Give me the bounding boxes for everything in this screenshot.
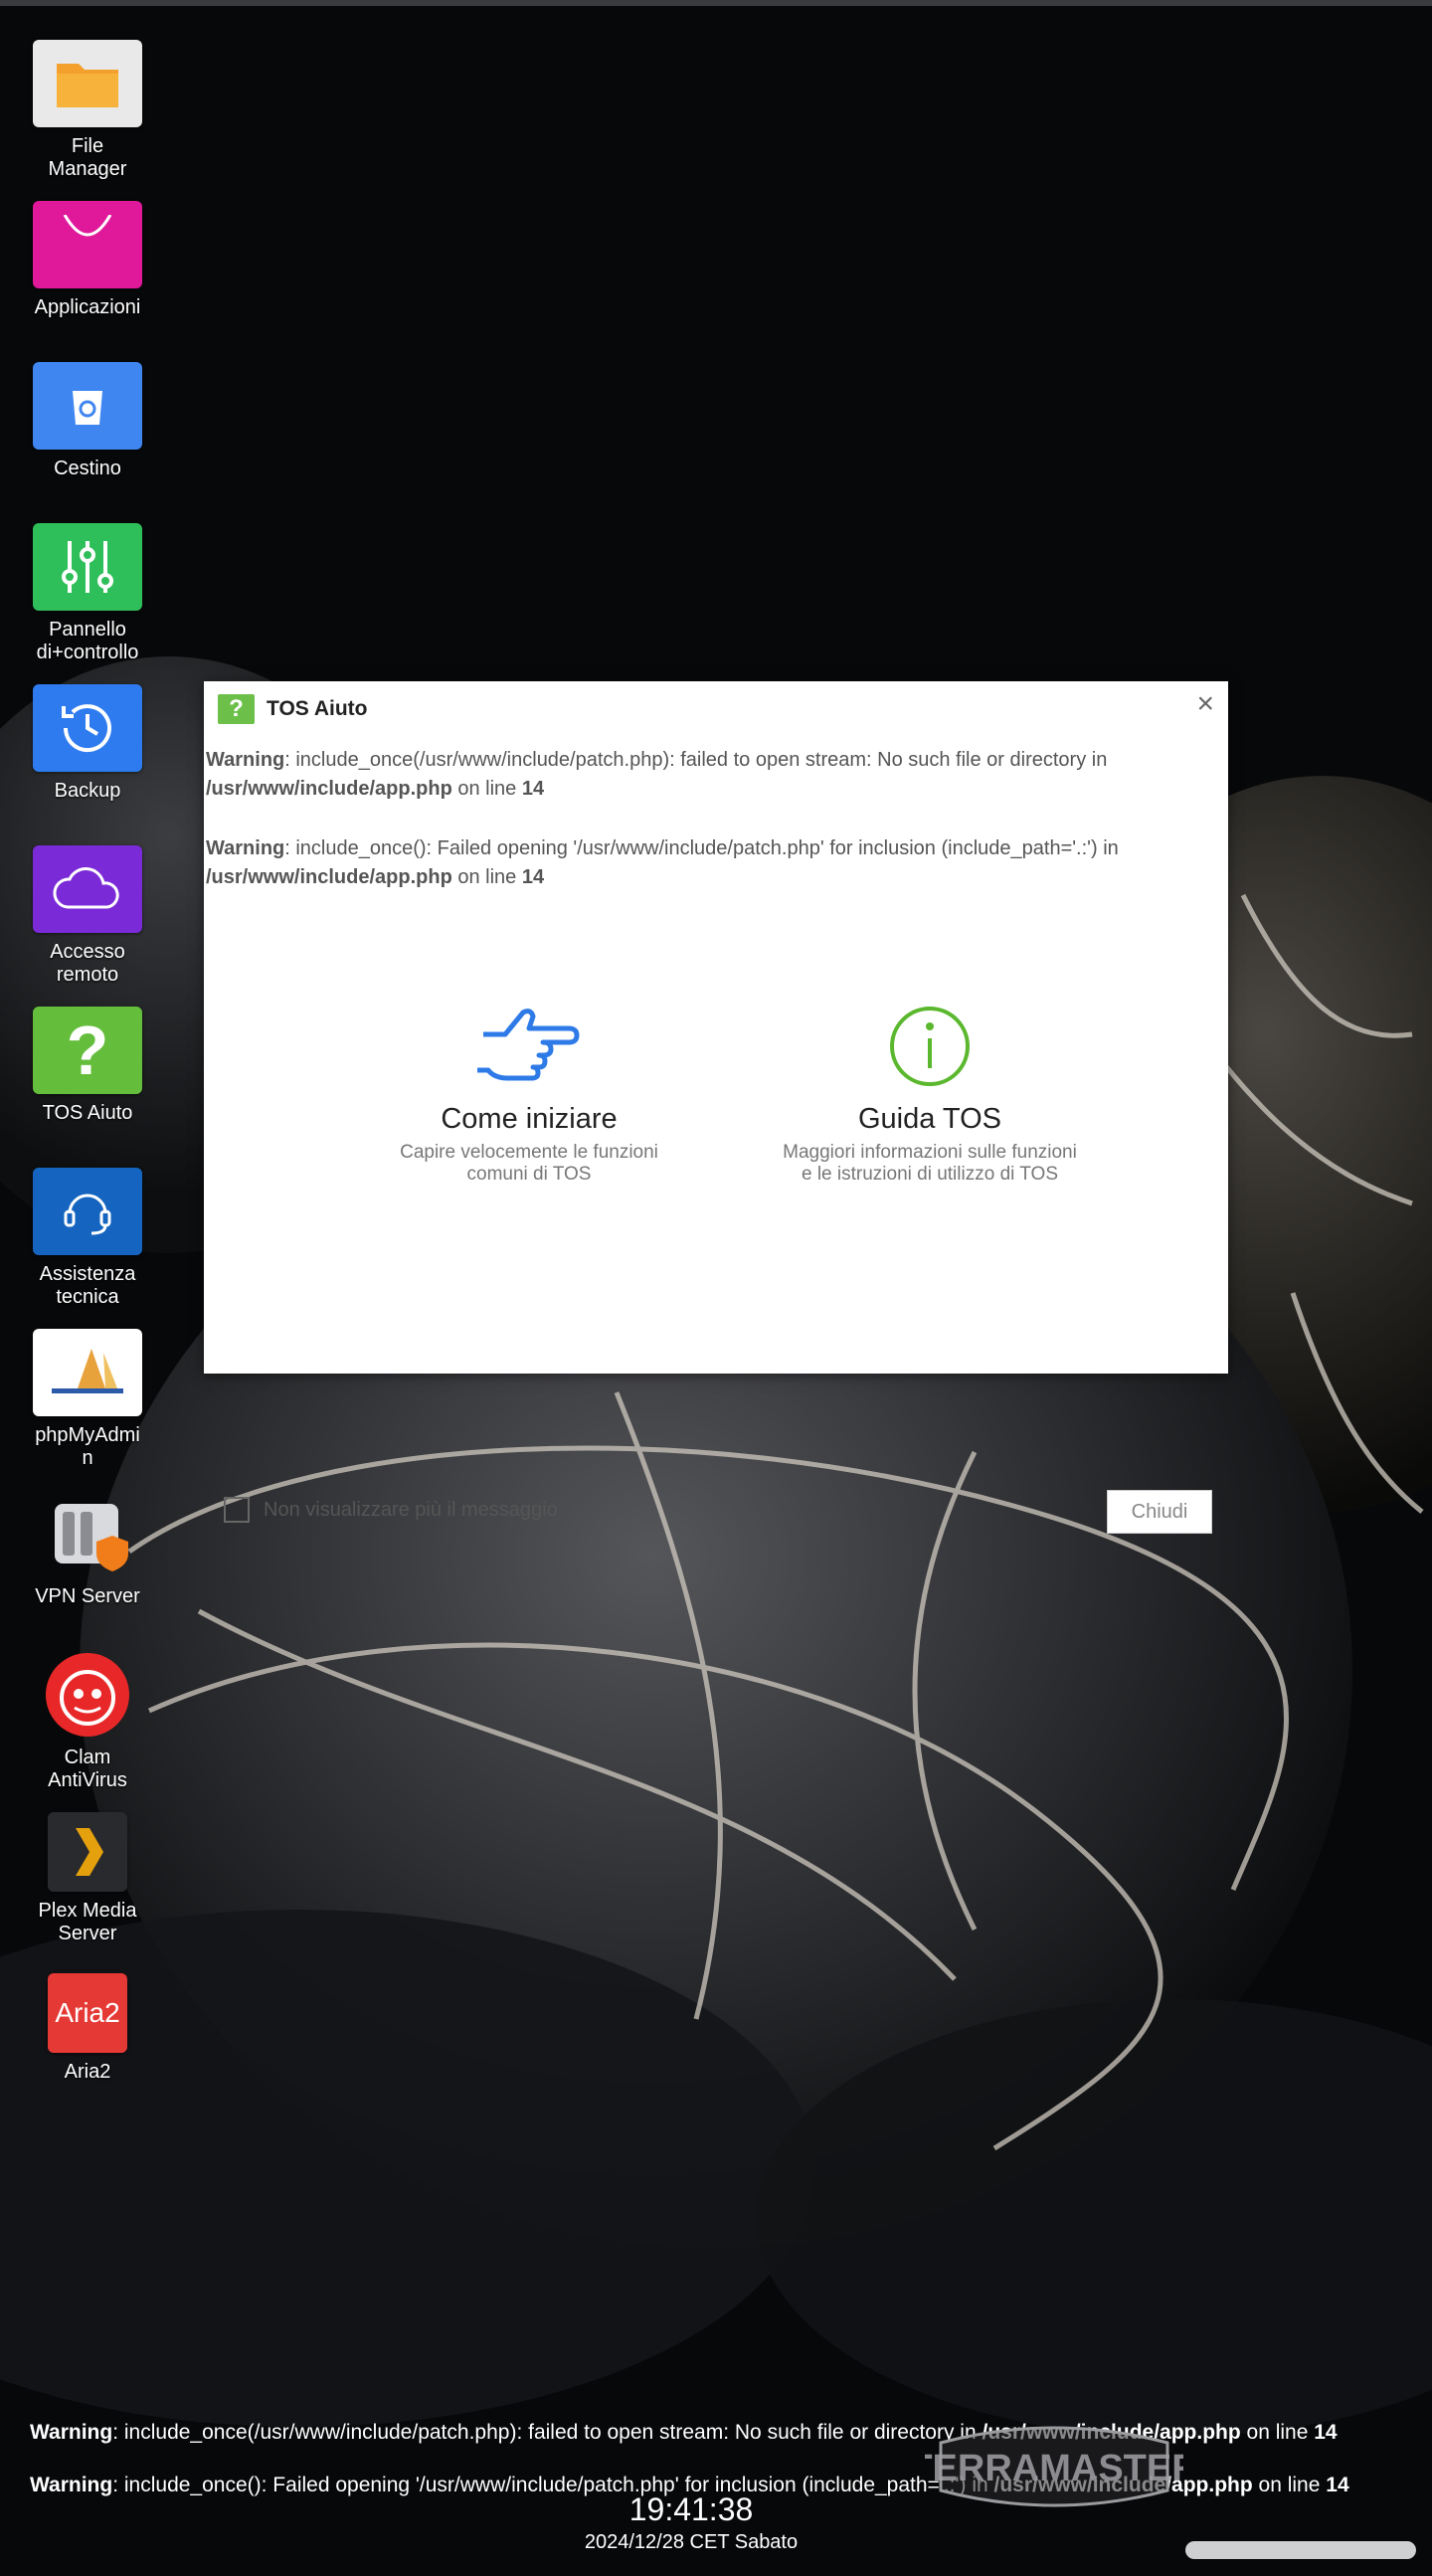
desktop-icon-applicazioni[interactable]: Applicazioni <box>18 201 157 319</box>
folder-icon <box>33 40 142 127</box>
desktop-icon-tos-aiuto[interactable]: ? TOS Aiuto <box>18 1007 157 1125</box>
desktop-icon-phpmyadmin[interactable]: phpMyAdmi n <box>18 1329 157 1470</box>
warning-message: Warning: include_once(): Failed opening … <box>206 834 1188 892</box>
dont-show-again-label: Non visualizzare più il messaggio <box>264 1498 558 1521</box>
desktop-icon-label: Accesso remoto <box>50 941 125 986</box>
info-circle-icon <box>761 1005 1099 1093</box>
question-icon: ? <box>218 694 255 724</box>
pointing-hand-icon <box>360 1005 698 1093</box>
getting-started-title: Come iniziare <box>441 1103 618 1135</box>
warning-online: on line <box>451 778 522 800</box>
horizontal-scrollbar[interactable] <box>1185 2541 1416 2559</box>
vpn-shield-icon <box>33 1490 142 1577</box>
clock-history-icon <box>33 684 142 772</box>
clam-antivirus-icon <box>33 1651 142 1739</box>
dialog-title-bar: ? TOS Aiuto <box>218 693 368 725</box>
desktop-icon-label: VPN Server <box>35 1585 140 1607</box>
warning-message: Warning: include_once(/usr/www/include/p… <box>206 746 1188 804</box>
desktop-icon-label: Assistenza tecnica <box>39 1263 136 1308</box>
desktop-icon-vpn-server[interactable]: VPN Server <box>18 1490 157 1608</box>
recycle-bin-icon <box>33 362 142 450</box>
aria2-icon: Aria2 <box>48 1973 127 2053</box>
dont-show-again-checkbox[interactable]: Non visualizzare più il messaggio <box>224 1497 558 1523</box>
desktop-icon-pannello-controllo[interactable]: Pannello di+controllo <box>18 523 157 664</box>
phpmyadmin-icon <box>33 1329 142 1416</box>
checkbox-box[interactable] <box>224 1497 250 1523</box>
tos-guide-description: Maggiori informazioni sulle funzioni e l… <box>783 1142 1077 1185</box>
desktop-icon-plex-media-server[interactable]: Plex Media Server <box>18 1812 157 1945</box>
desktop-icon-file-manager[interactable]: File Manager <box>18 40 157 181</box>
tos-help-dialog: ? TOS Aiuto × Warning: include_once(/usr… <box>204 681 1228 1374</box>
desktop-icon-label: Plex Media Server <box>38 1900 137 1944</box>
desktop-icon-label: File Manager <box>48 135 127 180</box>
desktop-icon-cestino[interactable]: Cestino <box>18 362 157 480</box>
desktop-icon-label: Pannello di+controllo <box>36 619 139 663</box>
warning-label: Warning <box>30 2421 113 2444</box>
warning-line: 14 <box>521 778 545 800</box>
warning-line: 14 <box>1314 2421 1338 2444</box>
terramaster-logo: TERRAMASTER <box>925 2426 1183 2507</box>
desktop-icon-label: Aria2 <box>64 2061 111 2083</box>
close-button[interactable]: Chiudi <box>1107 1490 1212 1534</box>
desktop-icon-label: Backup <box>54 780 121 802</box>
warning-online: on line <box>451 866 522 888</box>
warning-online: on line <box>1240 2421 1315 2444</box>
desktop-icon-clam-antivirus[interactable]: Clam AntiVirus <box>18 1651 157 1792</box>
shopping-bag-icon <box>33 201 142 288</box>
warning-text: : include_once(/usr/www/include/patch.ph… <box>112 2421 983 2444</box>
headset-icon <box>33 1168 142 1255</box>
tos-guide-option[interactable]: Guida TOS Maggiori informazioni sulle fu… <box>761 1005 1099 1186</box>
getting-started-option[interactable]: Come iniziare Capire velocemente le funz… <box>360 1005 698 1186</box>
dialog-title: TOS Aiuto <box>267 697 368 720</box>
question-icon: ? <box>33 1007 142 1094</box>
desktop-icon-accesso-remoto[interactable]: Accesso remoto <box>18 845 157 987</box>
getting-started-description: Capire velocemente le funzioni comuni di… <box>400 1142 658 1185</box>
warning-line: 14 <box>521 866 545 888</box>
desktop-icon-label: Clam AntiVirus <box>48 1747 127 1791</box>
sliders-icon <box>33 523 142 611</box>
desktop-icon-assistenza-tecnica[interactable]: Assistenza tecnica <box>18 1168 157 1309</box>
top-bar <box>0 0 1432 6</box>
desktop-icon-label: TOS Aiuto <box>42 1102 133 1124</box>
cloud-icon <box>33 845 142 933</box>
warning-label: Warning <box>206 749 285 771</box>
warning-text: : include_once(/usr/www/include/patch.ph… <box>284 749 1108 771</box>
desktop-icon-aria2[interactable]: Aria2 Aria2 <box>18 1973 157 2084</box>
clock-time: 19:41:38 <box>628 2491 754 2527</box>
desktop-icon-label: phpMyAdmi n <box>35 1424 140 1469</box>
desktop-icon-label: Applicazioni <box>34 296 141 318</box>
warning-file: /usr/www/include/app.php <box>206 866 452 888</box>
svg-text:TERRAMASTER: TERRAMASTER <box>925 2448 1183 2489</box>
warning-line: 14 <box>1326 2474 1349 2496</box>
desktop-icon-label: Cestino <box>54 458 121 479</box>
warning-file: /usr/www/include/app.php <box>206 778 452 800</box>
plex-icon <box>48 1812 127 1892</box>
clock-date: 2024/12/28 CET Sabato <box>584 2531 799 2553</box>
warning-text: : include_once(): Failed opening '/usr/w… <box>284 837 1119 859</box>
tos-guide-title: Guida TOS <box>857 1103 1001 1135</box>
desktop-icon-backup[interactable]: Backup <box>18 684 157 803</box>
warning-label: Warning <box>30 2474 113 2496</box>
warning-online: on line <box>1252 2474 1327 2496</box>
close-icon[interactable]: × <box>1196 689 1214 719</box>
warning-label: Warning <box>206 837 285 859</box>
